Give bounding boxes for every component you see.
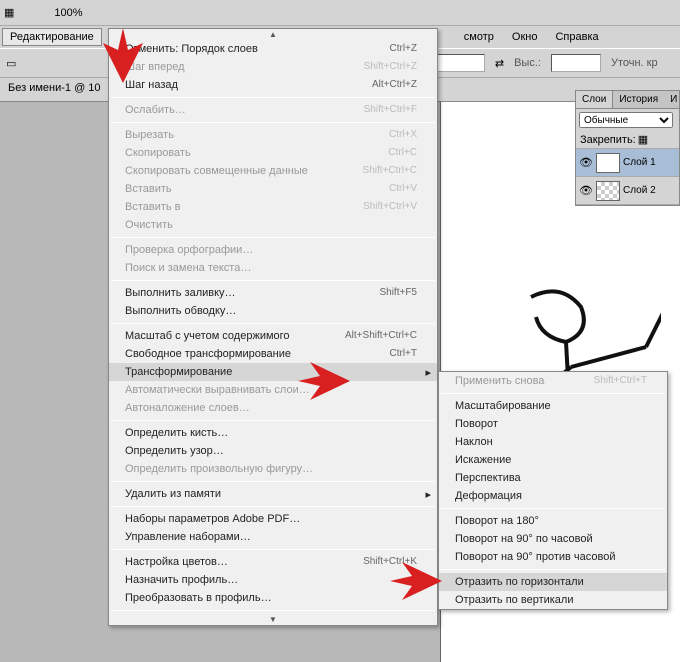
submenu-warp[interactable]: Деформация <box>439 487 667 505</box>
menu-copy-merged: Скопировать совмещенные данныеShift+Ctrl… <box>109 162 437 180</box>
menu-pdf-presets[interactable]: Наборы параметров Adobe PDF… <box>109 510 437 528</box>
menu-find-replace: Поиск и замена текста… <box>109 259 437 277</box>
menu-preset-manager[interactable]: Управление наборами… <box>109 528 437 546</box>
layer-thumb-1[interactable] <box>596 153 620 173</box>
document-title: Без имени-1 @ 10 <box>8 82 101 94</box>
submenu-rotate[interactable]: Поворот <box>439 415 667 433</box>
submenu-arrow-icon: ▸ <box>425 366 431 379</box>
submenu-perspective[interactable]: Перспектива <box>439 469 667 487</box>
menu-clear: Очистить <box>109 216 437 234</box>
tab-layers[interactable]: Слои <box>576 91 613 108</box>
menu-purge[interactable]: Удалить из памяти▸ <box>109 485 437 503</box>
menu-cut: ВырезатьCtrl+X <box>109 126 437 144</box>
film-icon: ▦ <box>4 6 14 19</box>
submenu-again: Применить сноваShift+Ctrl+T <box>439 372 667 390</box>
menu-content-aware-scale[interactable]: Масштаб с учетом содержимогоAlt+Shift+Ct… <box>109 327 437 345</box>
app-top-bar: ▦ 100% <box>0 0 680 26</box>
tab-history[interactable]: История <box>613 91 664 108</box>
submenu-rotate-180[interactable]: Поворот на 180° <box>439 512 667 530</box>
menu-transform[interactable]: Трансформирование▸ <box>109 363 437 381</box>
submenu-flip-vertical[interactable]: Отразить по вертикали <box>439 591 667 609</box>
layer-name-2: Слой 2 <box>623 185 656 196</box>
menu-auto-blend: Автоналожение слоев… <box>109 399 437 417</box>
menu-free-transform[interactable]: Свободное трансформированиеCtrl+T <box>109 345 437 363</box>
swap-icon[interactable]: ⇄ <box>495 57 504 70</box>
transform-submenu: Применить сноваShift+Ctrl+T Масштабирова… <box>438 371 668 610</box>
visibility-icon[interactable]: 👁 <box>579 156 593 170</box>
scroll-down-icon[interactable]: ▼ <box>109 614 437 625</box>
submenu-flip-horizontal[interactable]: Отразить по горизонтали <box>439 573 667 591</box>
tool-preset-icon[interactable]: ▭ <box>6 57 16 70</box>
height-label: Выс.: <box>514 57 541 69</box>
edit-dropdown: ▲ Отменить: Порядок слоевCtrl+Z Шаг впер… <box>108 28 438 626</box>
width-input[interactable] <box>435 54 485 72</box>
submenu-rotate-90-ccw[interactable]: Поворот на 90° против часовой <box>439 548 667 566</box>
menu-convert-profile[interactable]: Преобразовать в профиль… <box>109 589 437 607</box>
menu-window[interactable]: Окно <box>504 28 546 46</box>
submenu-scale[interactable]: Масштабирование <box>439 397 667 415</box>
visibility-icon[interactable]: 👁 <box>579 184 593 198</box>
menu-step-back[interactable]: Шаг назадAlt+Ctrl+Z <box>109 76 437 94</box>
height-input[interactable] <box>551 54 601 72</box>
layer-name-1: Слой 1 <box>623 157 656 168</box>
blend-mode-select[interactable]: Обычные <box>579 112 673 128</box>
menu-copy: СкопироватьCtrl+C <box>109 144 437 162</box>
scroll-up-icon[interactable]: ▲ <box>109 29 437 40</box>
layer-row-2[interactable]: 👁 Слой 2 <box>576 177 679 205</box>
layer-row-1[interactable]: 👁 Слой 1 <box>576 149 679 177</box>
lock-label: Закрепить: <box>580 134 636 146</box>
layer-thumb-2[interactable] <box>596 181 620 201</box>
menu-paste-into: Вставить вShift+Ctrl+V <box>109 198 437 216</box>
menu-auto-align: Автоматически выравнивать слои… <box>109 381 437 399</box>
lock-pixels-icon[interactable]: ▦ <box>638 133 648 146</box>
menu-stroke[interactable]: Выполнить обводку… <box>109 302 437 320</box>
menu-view[interactable]: смотр <box>456 28 502 46</box>
lock-row: Закрепить: ▦ <box>576 131 679 149</box>
menu-spell-check: Проверка орфографии… <box>109 241 437 259</box>
menu-edit[interactable]: Редактирование <box>2 28 102 46</box>
menu-fill[interactable]: Выполнить заливку…Shift+F5 <box>109 284 437 302</box>
menu-define-shape: Определить произвольную фигуру… <box>109 460 437 478</box>
menu-fade: Ослабить…Shift+Ctrl+F <box>109 101 437 119</box>
menu-define-brush[interactable]: Определить кисть… <box>109 424 437 442</box>
tab-other[interactable]: И <box>664 91 680 108</box>
menu-help[interactable]: Справка <box>547 28 606 46</box>
submenu-arrow-icon: ▸ <box>425 488 431 501</box>
panel-tabs: Слои История И <box>576 91 679 109</box>
menu-define-pattern[interactable]: Определить узор… <box>109 442 437 460</box>
submenu-distort[interactable]: Искажение <box>439 451 667 469</box>
menu-undo[interactable]: Отменить: Порядок слоевCtrl+Z <box>109 40 437 58</box>
layers-panel: Слои История И Обычные Закрепить: ▦ 👁 Сл… <box>575 90 680 206</box>
extra-label: Уточн. кр <box>611 57 658 69</box>
menu-color-settings[interactable]: Настройка цветов…Shift+Ctrl+K <box>109 553 437 571</box>
zoom-level[interactable]: 100% <box>54 7 82 19</box>
menu-paste: ВставитьCtrl+V <box>109 180 437 198</box>
submenu-skew[interactable]: Наклон <box>439 433 667 451</box>
menu-assign-profile[interactable]: Назначить профиль… <box>109 571 437 589</box>
menu-step-forward: Шаг впередShift+Ctrl+Z <box>109 58 437 76</box>
submenu-rotate-90-cw[interactable]: Поворот на 90° по часовой <box>439 530 667 548</box>
